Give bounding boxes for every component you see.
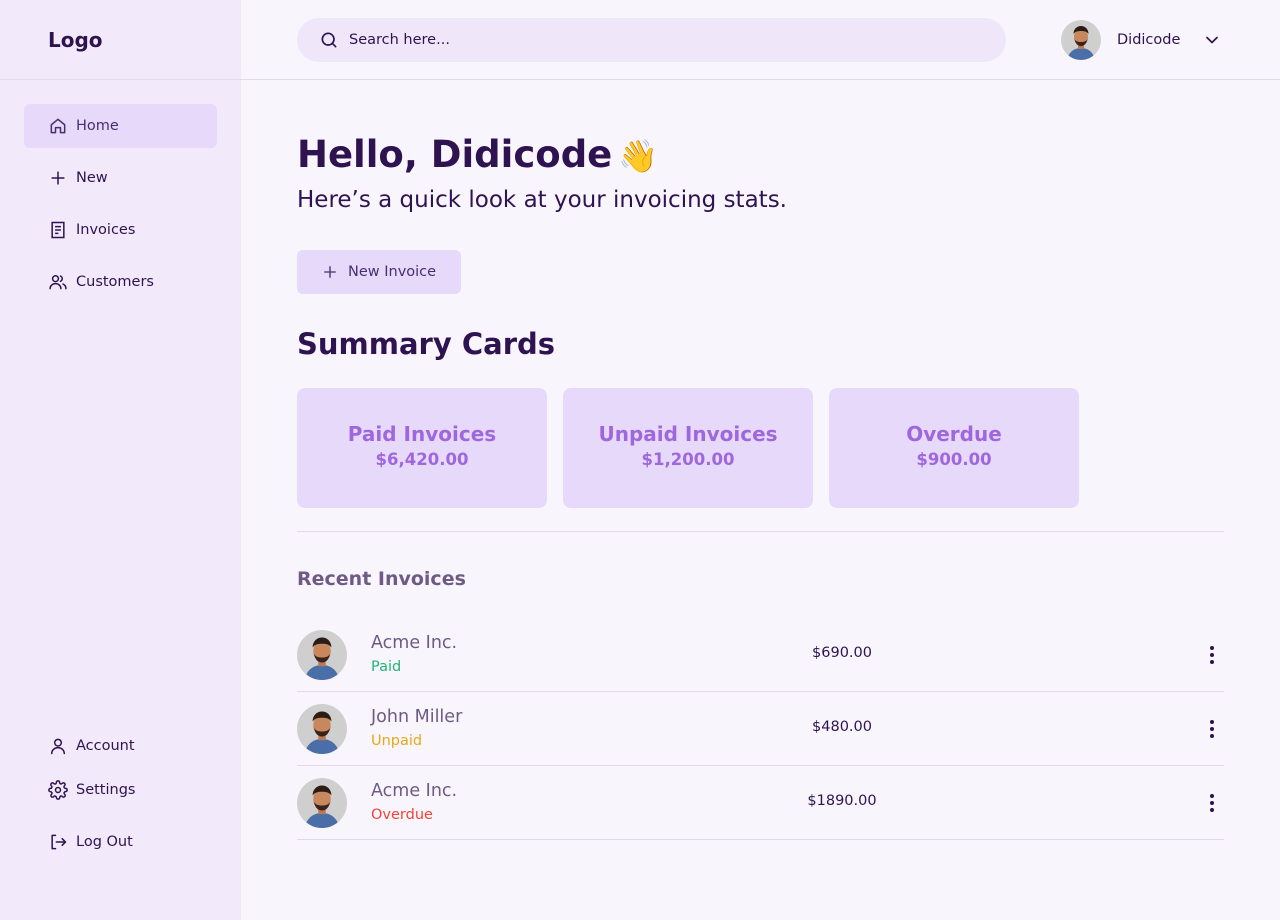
plus-icon xyxy=(48,168,68,188)
new-invoice-button[interactable]: New Invoice xyxy=(297,250,461,294)
sidebar-item-label: New xyxy=(76,170,108,186)
invoice-row[interactable]: Acme Inc. Paid $690.00 xyxy=(297,618,1224,692)
invoice-row[interactable]: John Miller Unpaid $480.00 xyxy=(297,692,1224,766)
card-title: Unpaid Invoices xyxy=(598,421,778,446)
sidebar-nav: Home New Invoices Customers xyxy=(24,104,217,312)
invoice-customer-name: John Miller xyxy=(371,707,463,727)
more-vertical-icon xyxy=(1210,794,1214,812)
sidebar-item-settings[interactable]: Settings xyxy=(24,768,217,812)
page-subtitle: Here’s a quick look at your invoicing st… xyxy=(297,187,787,213)
page-title: Hello, Didicode 👋 xyxy=(297,133,658,176)
logo[interactable]: Logo xyxy=(48,28,103,52)
document-icon xyxy=(48,220,68,240)
invoice-status: Overdue xyxy=(371,807,433,823)
logo-bar: Logo xyxy=(0,0,241,80)
avatar xyxy=(297,704,347,754)
gear-icon xyxy=(48,780,68,800)
sidebar-item-label: Log Out xyxy=(76,834,133,850)
invoice-list: Acme Inc. Paid $690.00 John Miller Unpai… xyxy=(297,618,1224,840)
invoice-customer-name: Acme Inc. xyxy=(371,633,458,653)
invoice-row[interactable]: Acme Inc. Overdue $1890.00 xyxy=(297,766,1224,840)
sidebar-item-label: Invoices xyxy=(76,222,136,238)
more-vertical-icon xyxy=(1210,646,1214,664)
home-icon xyxy=(48,116,68,136)
card-title: Paid Invoices xyxy=(347,421,497,446)
sidebar-item-account[interactable]: Account xyxy=(24,724,217,768)
summary-card-paid[interactable]: Paid Invoices $6,420.00 xyxy=(297,388,547,508)
summary-title: Summary Cards xyxy=(297,327,556,361)
more-vertical-icon xyxy=(1210,720,1214,738)
new-invoice-label: New Invoice xyxy=(348,264,437,280)
invoice-amount: $690.00 xyxy=(812,645,872,661)
more-options-button[interactable] xyxy=(1197,714,1227,744)
avatar xyxy=(297,778,347,828)
sidebar-item-new[interactable]: New xyxy=(24,156,217,200)
sidebar-item-invoices[interactable]: Invoices xyxy=(24,208,217,252)
card-title: Overdue xyxy=(906,421,1002,446)
invoice-customer-name: Acme Inc. xyxy=(371,781,458,801)
wave-emoji: 👋 xyxy=(618,137,659,175)
sidebar-bottom-nav: Account Settings Log Out xyxy=(24,724,217,864)
sidebar-item-label: Settings xyxy=(76,782,136,798)
sidebar-item-label: Customers xyxy=(76,274,154,290)
summary-card-overdue[interactable]: Overdue $900.00 xyxy=(829,388,1079,508)
users-icon xyxy=(48,272,68,292)
user-icon xyxy=(48,736,68,756)
avatar[interactable] xyxy=(1061,20,1101,60)
top-bar: Didicode xyxy=(241,0,1280,80)
sidebar-item-home[interactable]: Home xyxy=(24,104,217,148)
invoice-amount: $480.00 xyxy=(812,719,872,735)
more-options-button[interactable] xyxy=(1197,788,1227,818)
chevron-down-icon[interactable] xyxy=(1202,30,1222,50)
card-value: $900.00 xyxy=(916,449,992,469)
avatar xyxy=(297,630,347,680)
card-value: $1,200.00 xyxy=(641,449,735,469)
user-name: Didicode xyxy=(1117,32,1181,48)
sidebar-item-label: Account xyxy=(76,738,135,754)
plus-icon xyxy=(324,266,336,278)
search-bar[interactable] xyxy=(297,18,1006,62)
summary-cards: Paid Invoices $6,420.00 Unpaid Invoices … xyxy=(297,388,1095,508)
sidebar-item-label: Home xyxy=(76,118,119,134)
recent-invoices-title: Recent Invoices xyxy=(297,568,466,590)
sidebar: Logo Home New Invoices Customers Account… xyxy=(0,0,241,920)
invoice-status: Paid xyxy=(371,659,402,675)
summary-card-unpaid[interactable]: Unpaid Invoices $1,200.00 xyxy=(563,388,813,508)
search-input[interactable] xyxy=(349,32,949,48)
divider xyxy=(297,531,1224,532)
sidebar-item-customers[interactable]: Customers xyxy=(24,260,217,304)
user-menu[interactable]: Didicode xyxy=(1061,20,1222,60)
logout-icon xyxy=(48,832,68,852)
greeting-text: Hello, Didicode xyxy=(297,133,613,176)
sidebar-item-logout[interactable]: Log Out xyxy=(24,820,217,864)
invoice-amount: $1890.00 xyxy=(807,793,877,809)
card-value: $6,420.00 xyxy=(375,449,469,469)
search-icon xyxy=(321,32,337,48)
invoice-status: Unpaid xyxy=(371,733,423,749)
more-options-button[interactable] xyxy=(1197,640,1227,670)
